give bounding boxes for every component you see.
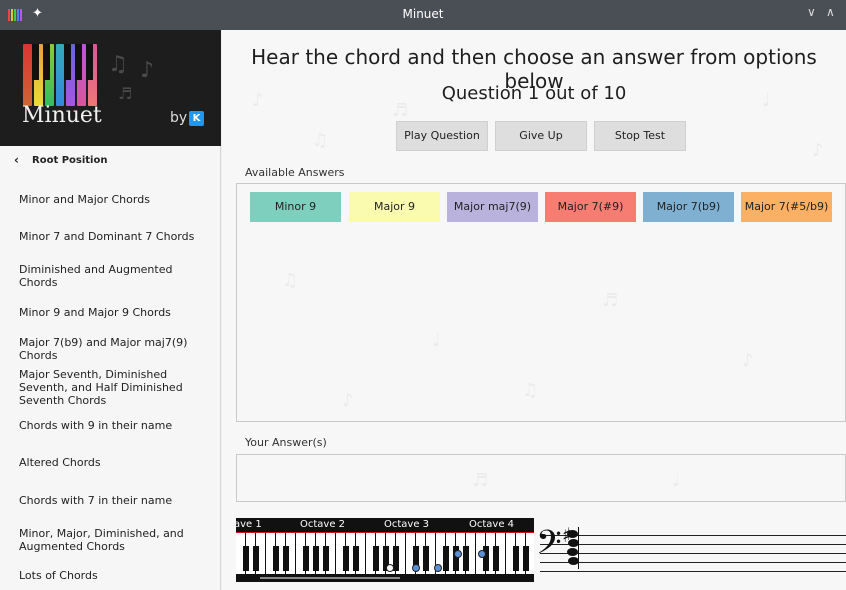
app-banner: ♫ ♪ ♬ Minuet by K xyxy=(0,30,221,146)
question-counter: Question 1 out of 10 xyxy=(441,83,627,104)
pressed-key-marker xyxy=(454,550,462,558)
sidebar-item-major7b9-maj79[interactable]: Major 7(b9) and Major maj7(9) Chords xyxy=(0,336,220,362)
chord-note-icon xyxy=(568,539,579,547)
sidebar-item-minor9-major9[interactable]: Minor 9 and Major 9 Chords xyxy=(0,306,220,319)
app-name: Minuet xyxy=(22,103,102,128)
your-answers-label: Your Answer(s) xyxy=(245,436,327,449)
piano-black-key[interactable] xyxy=(423,546,429,571)
pressed-key-marker xyxy=(478,550,486,558)
sidebar-item-minor7-dominant7[interactable]: Minor 7 and Dominant 7 Chords xyxy=(0,230,220,243)
piano-black-key[interactable] xyxy=(303,546,309,571)
sidebar-item-seventh-chords[interactable]: Major Seventh, Diminished Seventh, and H… xyxy=(0,368,220,407)
music-staff: 𝄢 ♯ xyxy=(534,505,846,590)
play-question-button[interactable]: Play Question xyxy=(396,121,488,151)
sidebar-item-altered[interactable]: Altered Chords xyxy=(0,456,220,469)
note-icon: ♬ xyxy=(118,84,133,103)
octave-label: Octave 4 xyxy=(469,519,515,530)
piano-black-key[interactable] xyxy=(373,546,379,571)
sidebar-item-minor-major[interactable]: Minor and Major Chords xyxy=(0,193,220,206)
piano-black-key[interactable] xyxy=(353,546,359,571)
maximize-button[interactable]: ∧ xyxy=(826,5,835,19)
piano-keyboard[interactable]: ave 1 Octave 2 Octave 3 Octave 4 xyxy=(236,518,534,582)
keyboard-accent-line xyxy=(236,532,534,533)
piano-black-key[interactable] xyxy=(343,546,349,571)
window-title: Minuet xyxy=(402,7,444,21)
sidebar-item-chords-with-7[interactable]: Chords with 7 in their name xyxy=(0,494,220,507)
piano-logo-icon xyxy=(23,44,98,106)
pressed-key-marker xyxy=(412,564,420,572)
bass-clef-icon: 𝄢 xyxy=(536,524,562,570)
back-root-position[interactable]: ‹ Root Position xyxy=(0,146,220,176)
chord-note-icon xyxy=(568,557,579,565)
available-answers-label: Available Answers xyxy=(245,166,345,179)
sidebar-item-mixed-triads[interactable]: Minor, Major, Diminished, and Augmented … xyxy=(0,527,220,553)
music-note-icon: ♫ xyxy=(108,52,128,77)
answer-minor-9[interactable]: Minor 9 xyxy=(250,192,341,222)
sidebar-item-diminished-augmented[interactable]: Diminished and Augmented Chords xyxy=(0,263,220,289)
sidebar-item-chords-with-9[interactable]: Chords with 9 in their name xyxy=(0,419,220,432)
octave-label: Octave 3 xyxy=(384,519,430,530)
chevron-left-icon: ‹ xyxy=(14,153,19,167)
octave-label: ave 1 xyxy=(236,519,262,530)
piano-black-key[interactable] xyxy=(313,546,319,571)
piano-black-key[interactable] xyxy=(243,546,249,571)
by-label: by xyxy=(170,110,188,126)
give-up-button[interactable]: Give Up xyxy=(495,121,587,151)
piano-black-key[interactable] xyxy=(283,546,289,571)
guitar-icon: ♪ xyxy=(140,58,155,83)
pressed-key-marker xyxy=(434,564,442,572)
piano-black-key[interactable] xyxy=(493,546,499,571)
background-note-icon: ♪ xyxy=(812,140,824,161)
piano-black-key[interactable] xyxy=(253,546,259,571)
keyboard-scrollbar[interactable] xyxy=(260,577,400,579)
background-note-icon: ♫ xyxy=(312,130,329,151)
kde-logo-icon: K xyxy=(189,111,204,126)
chord-note-icon xyxy=(567,548,578,556)
piano-white-keys[interactable] xyxy=(236,532,534,574)
minimize-button[interactable]: ∨ xyxy=(807,5,816,19)
stop-test-button[interactable]: Stop Test xyxy=(594,121,686,151)
octave-label: Octave 2 xyxy=(300,519,346,530)
your-answers-panel xyxy=(236,454,846,502)
window-titlebar: ✦ Minuet ∨ ∧ xyxy=(0,0,846,30)
pressed-key-marker xyxy=(386,564,394,572)
piano-black-key[interactable] xyxy=(523,546,529,571)
answer-major-maj7-9[interactable]: Major maj7(9) xyxy=(447,192,538,222)
answer-major-7-sharp9[interactable]: Major 7(#9) xyxy=(545,192,636,222)
sidebar-item-lots-of-chords[interactable]: Lots of Chords xyxy=(0,569,220,582)
answer-major-7-sharp5-b9[interactable]: Major 7(#5/b9) xyxy=(741,192,832,222)
back-label: Root Position xyxy=(32,155,108,166)
piano-black-key[interactable] xyxy=(463,546,469,571)
answer-major-7-b9[interactable]: Major 7(b9) xyxy=(643,192,734,222)
main-panel: ♪ ♫ ♬ ♩ ♪ ♫ ♩ ♬ ♪ ♫ ♪ ♩ ♬ Hear the chord… xyxy=(222,30,846,590)
answer-major-9[interactable]: Major 9 xyxy=(349,192,440,222)
piano-black-key[interactable] xyxy=(443,546,449,571)
sidebar: ♫ ♪ ♬ Minuet by K ‹ Root Position Minor … xyxy=(0,30,221,590)
piano-black-key[interactable] xyxy=(323,546,329,571)
piano-black-key[interactable] xyxy=(513,546,519,571)
piano-black-key[interactable] xyxy=(273,546,279,571)
chord-note-icon xyxy=(567,530,578,538)
